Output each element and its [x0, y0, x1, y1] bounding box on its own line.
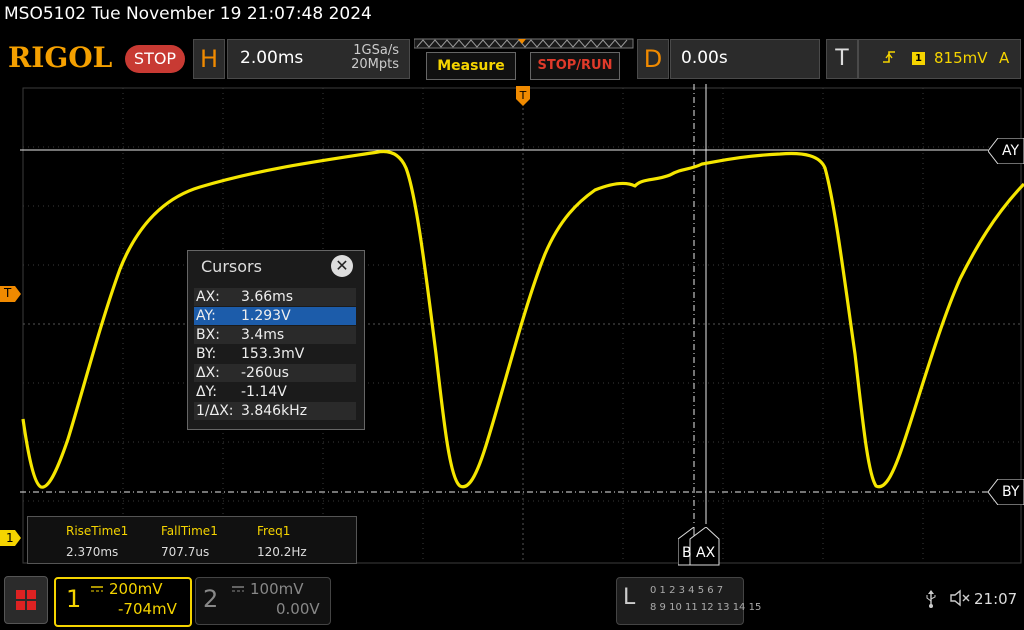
delay-menu-button[interactable]: D [637, 39, 669, 79]
trigger-mode: A [999, 49, 1010, 67]
measure-button[interactable]: Measure [426, 52, 516, 80]
cursor-row-ay[interactable]: AY: 1.293V [194, 307, 356, 325]
ch1-scale: 200mV [109, 580, 163, 598]
ch1-number: 1 [66, 585, 82, 613]
ch2-offset: 0.00V [276, 600, 320, 618]
cursor-row-bx[interactable]: BX: 3.4ms [194, 326, 356, 344]
cursor-value: 153.3mV [241, 346, 305, 362]
memory-position-bar [414, 38, 634, 49]
cursor-value: 3.66ms [241, 289, 294, 305]
window-title: MSO5102 Tue November 19 21:07:48 2024 [4, 4, 372, 24]
cursor-key: ΔX: [196, 365, 220, 381]
cursor-key: 1/ΔX: [196, 403, 234, 419]
meas-value-freq: 120.2Hz [257, 545, 307, 559]
cursor-row-dx[interactable]: ΔX: -260us [194, 364, 356, 382]
usb-icon [925, 590, 937, 612]
cursors-title: Cursors [201, 257, 262, 276]
meas-value-fall: 707.7us [161, 545, 210, 559]
meas-header-freq: Freq1 [257, 524, 291, 538]
waveform-display[interactable] [20, 84, 1024, 567]
trigger-level-marker-label: T [4, 286, 12, 300]
horizontal-menu-button[interactable]: H [193, 39, 225, 79]
cursor-key: BX: [196, 327, 220, 343]
meas-header-fall: FallTime1 [161, 524, 218, 538]
cursor-key: BY: [196, 346, 217, 362]
trigger-position-marker[interactable]: T [516, 86, 530, 112]
cursor-ay-label: AY [1002, 143, 1020, 159]
cursor-value: -1.14V [241, 384, 287, 400]
cursor-value: 3.846kHz [241, 403, 308, 419]
main-menu-button[interactable] [4, 576, 48, 624]
rigol-logo: RIGOL [8, 41, 113, 74]
ch2-number: 2 [203, 585, 219, 613]
cursor-bx-label: B [682, 545, 692, 561]
cursor-row-by[interactable]: BY: 153.3mV [194, 345, 356, 363]
cursor-ax-label: AX [696, 545, 716, 561]
meas-value-rise: 2.370ms [66, 545, 119, 559]
speaker-mute-icon[interactable] [950, 589, 972, 611]
dc-coupling-icon [232, 586, 244, 592]
trigger-position-label: T [519, 89, 527, 102]
cursor-key: AX: [196, 289, 220, 305]
cursor-value: -260us [241, 365, 289, 381]
logic-letter: L [623, 585, 636, 610]
cursor-by-label: BY [1002, 484, 1020, 500]
trigger-source-badge: 1 [912, 52, 925, 65]
cursor-row-inv-dx[interactable]: 1/ΔX: 3.846kHz [194, 402, 356, 420]
ch2-scale: 100mV [250, 580, 304, 598]
run-state-badge[interactable]: STOP [125, 45, 185, 73]
close-icon[interactable]: ✕ [331, 255, 353, 277]
logic-channels-row1: 0 1 2 3 4 5 6 7 [650, 585, 724, 596]
sample-rate: 1GSa/s [353, 43, 399, 58]
trigger-level: 815mV [934, 49, 988, 67]
system-clock: 21:07 [974, 590, 1018, 608]
memory-depth: 20Mpts [351, 57, 399, 72]
dc-coupling-icon [91, 586, 103, 592]
ch1-offset: -704mV [118, 600, 177, 618]
trigger-menu-button[interactable]: T [826, 39, 858, 79]
delay-value: 0.00s [681, 48, 728, 68]
cursor-row-ax[interactable]: AX: 3.66ms [194, 288, 356, 306]
meas-header-rise: RiseTime1 [66, 524, 129, 538]
grid-menu-icon [16, 590, 36, 610]
cursor-key: AY: [196, 308, 216, 324]
cursor-row-dy[interactable]: ΔY: -1.14V [194, 383, 356, 401]
cursor-key: ΔY: [196, 384, 217, 400]
logic-channels-row2: 8 9 10 11 12 13 14 15 [650, 602, 762, 613]
ch1-offset-marker-label: 1 [6, 531, 14, 545]
stop-run-button[interactable]: STOP/RUN [530, 52, 620, 80]
rising-edge-icon [882, 50, 896, 68]
cursor-value: 1.293V [241, 308, 291, 324]
timebase-value: 2.00ms [240, 48, 304, 68]
cursor-value: 3.4ms [241, 327, 285, 343]
